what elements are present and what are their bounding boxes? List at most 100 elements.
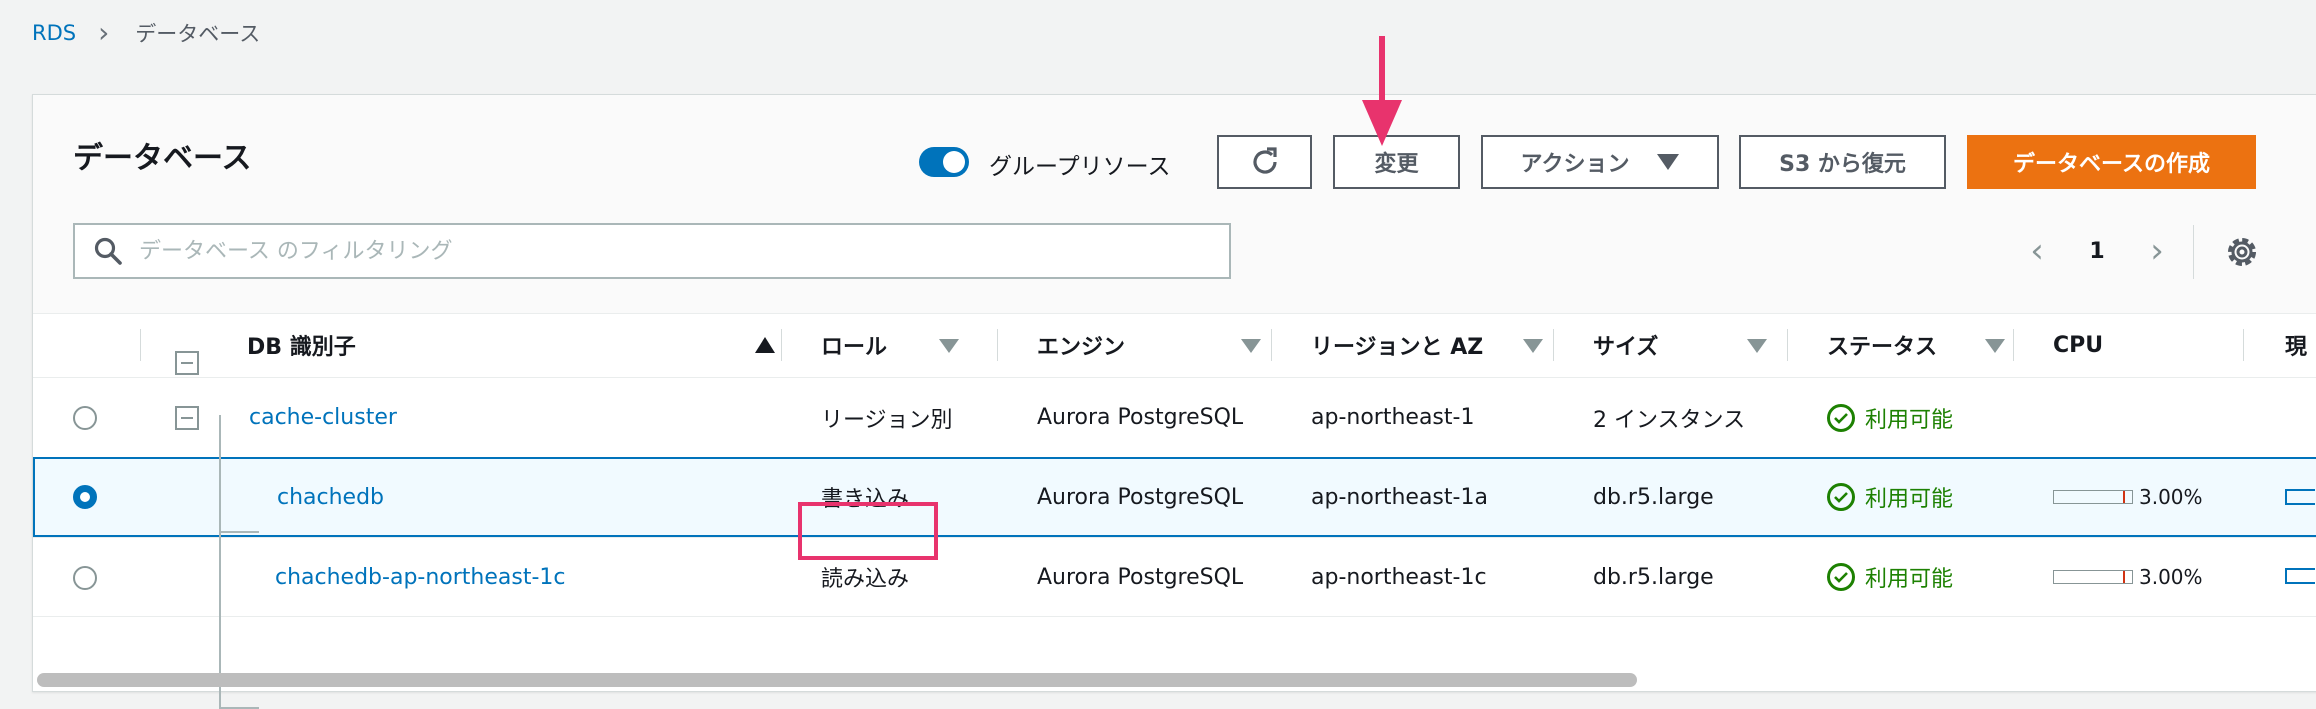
column-engine-label: エンジン <box>1037 335 1126 360</box>
status-text: 利用可能 <box>1865 487 1954 512</box>
region-cell: ap-northeast-1a <box>1311 484 1488 510</box>
column-divider <box>140 329 141 361</box>
databases-panel: データベース グループリソース 変更 アクション S3 から復元 データベースの… <box>32 94 2316 709</box>
group-resources-toggle[interactable] <box>919 147 969 177</box>
column-divider <box>781 329 782 361</box>
caret-down-icon <box>1657 154 1680 170</box>
toggle-knob <box>943 151 965 173</box>
divider <box>2193 225 2194 279</box>
collapse-all-icon[interactable] <box>175 351 199 375</box>
size-cell: db.r5.large <box>1593 564 1714 590</box>
column-current[interactable]: 現 <box>2285 313 2316 377</box>
region-cell: ap-northeast-1 <box>1311 405 1475 430</box>
role-cell: リージョン別 <box>821 407 953 433</box>
db-id-link[interactable]: cache-cluster <box>249 378 397 457</box>
table-row[interactable]: chachedb 書き込み Aurora PostgreSQL ap-north… <box>33 457 2316 537</box>
create-database-button[interactable]: データベースの作成 <box>1967 135 2256 189</box>
column-divider <box>2243 329 2244 361</box>
engine-cell: Aurora PostgreSQL <box>1037 564 1244 590</box>
caret-down-icon <box>1747 339 1767 353</box>
size-cell: db.r5.large <box>1593 484 1714 510</box>
column-status[interactable]: ステータス <box>1827 313 2037 377</box>
engine-cell: Aurora PostgreSQL <box>1037 484 1244 510</box>
row-radio[interactable] <box>73 485 97 509</box>
column-cpu[interactable]: CPU <box>2053 313 2233 377</box>
db-id-link[interactable]: chachedb-ap-northeast-1c <box>275 538 566 616</box>
annotation-highlight-box <box>798 502 938 560</box>
refresh-icon <box>1252 147 1277 174</box>
status-text: 利用可能 <box>1865 567 1954 592</box>
actions-button[interactable]: アクション <box>1481 135 1719 189</box>
breadcrumb: RDS › データベース <box>32 18 260 48</box>
search-icon <box>94 237 122 265</box>
row-radio[interactable] <box>73 566 97 590</box>
column-db-id-label: DB 識別子 <box>247 335 356 360</box>
column-role[interactable]: ロール <box>821 313 1001 377</box>
gear-icon[interactable] <box>2223 233 2261 271</box>
column-size-label: サイズ <box>1593 335 1659 360</box>
cpu-cell: 3.00% <box>2053 538 2203 616</box>
size-cell: 2 インスタンス <box>1593 407 1746 433</box>
collapse-group-icon[interactable] <box>175 406 199 430</box>
tree-connector <box>219 415 221 707</box>
status-cell: 利用可能 <box>1827 378 1953 457</box>
panel-header: データベース グループリソース 変更 アクション S3 から復元 データベースの… <box>33 95 2316 314</box>
current-activity-bar <box>2285 568 2315 584</box>
column-region-label: リージョンと AZ <box>1311 335 1484 360</box>
cpu-value: 3.00% <box>2139 485 2203 509</box>
search-input[interactable] <box>137 237 1141 265</box>
pagination: ‹ 1 › <box>2017 231 2177 271</box>
restore-from-s3-button[interactable]: S3 から復元 <box>1739 135 1946 189</box>
column-role-label: ロール <box>821 335 888 360</box>
column-db-id[interactable]: DB 識別子 <box>247 313 775 377</box>
row-radio[interactable] <box>73 406 97 430</box>
horizontal-scrollbar[interactable] <box>37 673 2316 687</box>
check-circle-icon <box>1827 483 1855 511</box>
caret-down-icon <box>1523 339 1543 353</box>
filter-search-box[interactable] <box>73 223 1231 279</box>
cpu-utilization-bar <box>2053 570 2133 584</box>
caret-down-icon <box>1241 339 1261 353</box>
cpu-cell: 3.00% <box>2053 459 2203 535</box>
region-cell: ap-northeast-1c <box>1311 564 1487 590</box>
cpu-bar-fill <box>2122 491 2125 503</box>
db-id-link[interactable]: chachedb <box>277 459 384 535</box>
scrollbar-thumb[interactable] <box>37 673 1637 687</box>
sort-asc-icon <box>755 337 775 353</box>
cpu-value: 3.00% <box>2139 565 2203 589</box>
group-resources-label: グループリソース <box>989 154 1171 180</box>
column-region-az[interactable]: リージョンと AZ <box>1311 313 1561 377</box>
column-size[interactable]: サイズ <box>1593 313 1803 377</box>
table-row[interactable]: chachedb-ap-northeast-1c 読み込み Aurora Pos… <box>33 537 2316 617</box>
column-current-label: 現 <box>2285 335 2308 360</box>
column-divider <box>997 329 998 361</box>
tree-connector <box>219 531 259 533</box>
actions-label: アクション <box>1520 152 1630 177</box>
annotation-arrow-icon <box>1362 100 1402 146</box>
check-circle-icon <box>1827 563 1855 591</box>
refresh-button[interactable] <box>1217 135 1312 189</box>
check-circle-icon <box>1827 403 1855 432</box>
caret-down-icon <box>1985 339 2005 353</box>
column-status-label: ステータス <box>1827 335 1938 360</box>
breadcrumb-rds-link[interactable]: RDS <box>32 21 76 45</box>
chevron-right-icon[interactable]: › <box>2137 231 2177 271</box>
column-divider <box>2013 329 2014 361</box>
chevron-right-icon: › <box>98 16 110 49</box>
cpu-bar-fill <box>2122 571 2125 583</box>
caret-down-icon <box>939 339 959 353</box>
status-cell: 利用可能 <box>1827 459 1953 535</box>
engine-cell: Aurora PostgreSQL <box>1037 405 1244 430</box>
column-engine[interactable]: エンジン <box>1037 313 1277 377</box>
page-number[interactable]: 1 <box>2057 239 2137 264</box>
page-title: データベース <box>73 141 252 176</box>
current-activity-bar <box>2285 489 2315 505</box>
chevron-left-icon[interactable]: ‹ <box>2017 231 2057 271</box>
column-divider <box>1787 329 1788 361</box>
column-divider <box>1271 329 1272 361</box>
breadcrumb-current: データベース <box>135 22 261 46</box>
cpu-utilization-bar <box>2053 490 2133 504</box>
status-cell: 利用可能 <box>1827 538 1953 616</box>
status-text: 利用可能 <box>1865 407 1954 433</box>
table-row[interactable]: cache-cluster リージョン別 Aurora PostgreSQL a… <box>33 377 2316 457</box>
